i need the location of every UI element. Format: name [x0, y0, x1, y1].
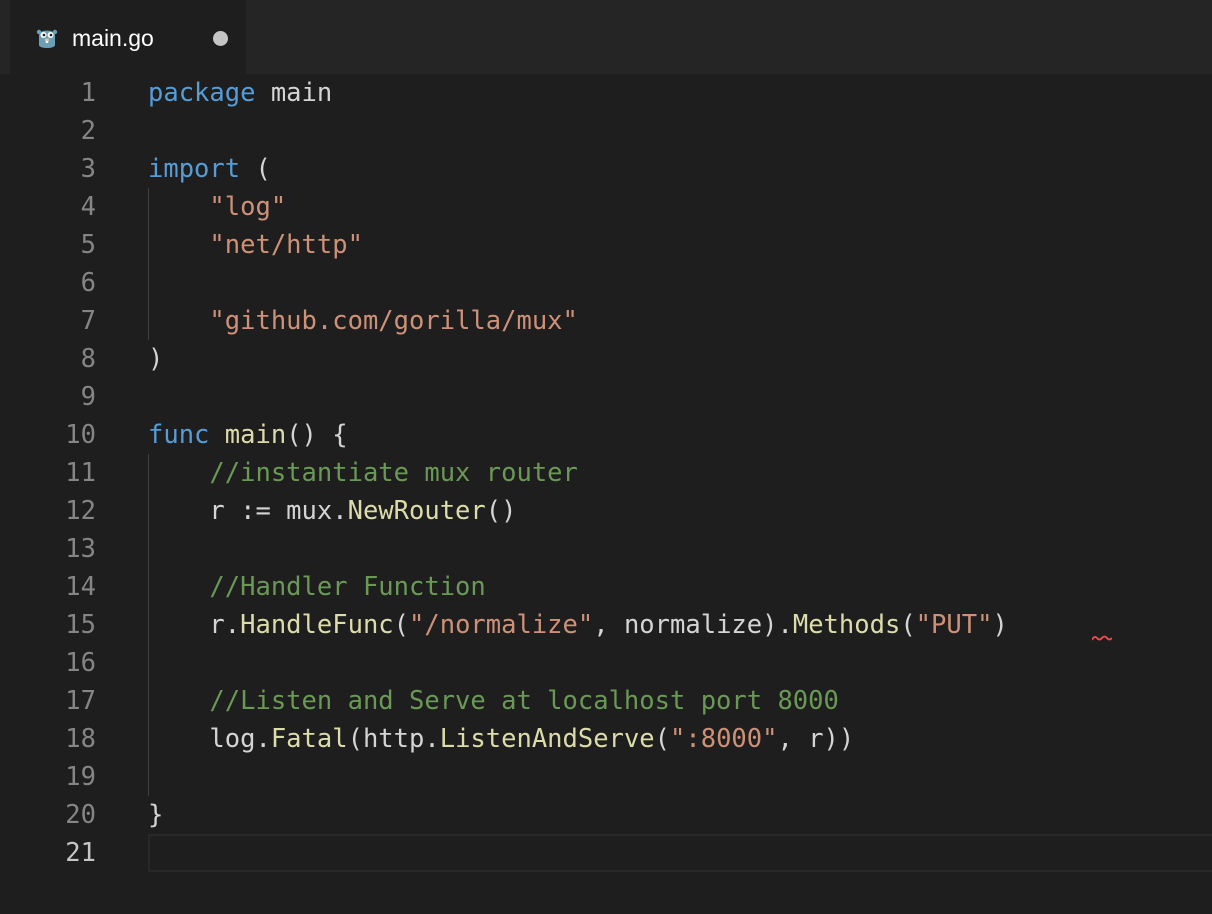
line-number: 20 — [65, 800, 96, 830]
code-token: (http. — [347, 724, 440, 754]
code-token: log. — [148, 724, 271, 754]
code-token: main — [224, 420, 287, 450]
code-token: Fatal — [270, 724, 348, 754]
code-token: "PUT" — [915, 610, 993, 640]
code-line: //Handler Function — [148, 568, 486, 606]
code-token: } — [148, 800, 164, 830]
code-line: ) — [148, 340, 163, 378]
code-token: NewRouter — [347, 496, 486, 526]
line-number-gutter: 1 2 3 4 5 6 7 8 9 10 11 12 13 14 15 16 17 18 19 20 21 — [10, 74, 106, 914]
code-token: package — [148, 78, 256, 108]
code-line: "log" — [148, 188, 286, 226]
code-editor[interactable]: 1 2 3 4 5 6 7 8 9 10 11 12 13 14 15 16 17 18 19 20 21 packag… — [10, 74, 1212, 914]
code-line: log.Fatal(http.ListenAndServe(":8000", r… — [148, 720, 854, 758]
code-token: func — [148, 420, 210, 450]
line-number: 11 — [65, 458, 96, 488]
line-number: 10 — [65, 420, 96, 450]
code-line: package main — [148, 74, 332, 112]
editor-window: main.go 1 2 3 4 5 6 7 8 9 10 11 12 13 14 15 16 17 18 19 20 2… — [0, 0, 1212, 914]
line-number: 19 — [65, 762, 96, 792]
line-number: 16 — [65, 648, 96, 678]
code-token: "log" — [209, 192, 287, 222]
code-token: main — [255, 78, 333, 108]
code-token: ) — [148, 344, 164, 374]
code-token: //Handler Function — [209, 572, 486, 602]
code-token: , normalize). — [593, 610, 793, 640]
code-line: r := mux.NewRouter() — [148, 492, 516, 530]
code-line: r.HandleFunc("/normalize", normalize).Me… — [148, 606, 1008, 644]
code-line: } — [148, 796, 163, 834]
code-line: func main() { — [148, 416, 348, 454]
code-token: import — [148, 154, 241, 184]
code-token: ":8000" — [670, 724, 778, 754]
code-token: ( — [240, 154, 271, 184]
line-number: 7 — [80, 306, 96, 336]
code-token: , r)) — [777, 724, 855, 754]
code-token: "net/http" — [209, 230, 363, 260]
code-line: //instantiate mux router — [148, 454, 578, 492]
code-token: ( — [654, 724, 671, 754]
tab-title: main.go — [72, 25, 154, 51]
code-token: ListenAndServe — [439, 724, 655, 754]
code-token: //instantiate mux router — [209, 458, 578, 488]
code-token: ( — [900, 610, 916, 640]
line-number: 5 — [80, 230, 96, 260]
code-line: "github.com/gorilla/mux" — [148, 302, 578, 340]
tab-main-go[interactable]: main.go — [10, 0, 246, 74]
tab-bar: main.go — [0, 0, 1212, 74]
line-number: 17 — [65, 686, 96, 716]
unsaved-changes-dot-icon[interactable] — [213, 31, 228, 46]
code-token: () — [485, 496, 517, 526]
line-number: 15 — [65, 610, 96, 640]
code-token: Methods — [792, 610, 901, 640]
code-token: r. — [148, 610, 241, 640]
error-squiggle — [1092, 635, 1112, 641]
line-number: 9 — [80, 382, 96, 412]
code-token: //Listen and Serve at localhost port 800… — [209, 686, 839, 716]
code-token: "/normalize" — [409, 610, 594, 640]
line-number: 6 — [80, 268, 96, 298]
code-token: ) — [992, 610, 1008, 640]
line-number: 12 — [65, 496, 96, 526]
line-number: 13 — [65, 534, 96, 564]
code-line: import ( — [148, 150, 271, 188]
code-token: r := mux. — [148, 496, 348, 526]
line-number: 2 — [80, 116, 96, 146]
code-token: "github.com/gorilla/mux" — [209, 306, 578, 336]
line-number: 18 — [65, 724, 96, 754]
gopher-icon — [36, 29, 58, 48]
code-line: "net/http" — [148, 226, 363, 264]
line-number: 3 — [80, 154, 96, 184]
line-number: 14 — [65, 572, 96, 602]
code-token: () { — [286, 420, 348, 450]
code-area[interactable]: package main import ( "log" "net/http" "g… — [148, 74, 1212, 914]
line-number: 8 — [80, 344, 96, 374]
code-token: ( — [393, 610, 410, 640]
line-number: 1 — [80, 78, 96, 108]
line-number: 21 — [65, 838, 96, 868]
line-number: 4 — [80, 192, 96, 222]
code-token: HandleFunc — [240, 610, 394, 640]
code-line: //Listen and Serve at localhost port 800… — [148, 682, 839, 720]
